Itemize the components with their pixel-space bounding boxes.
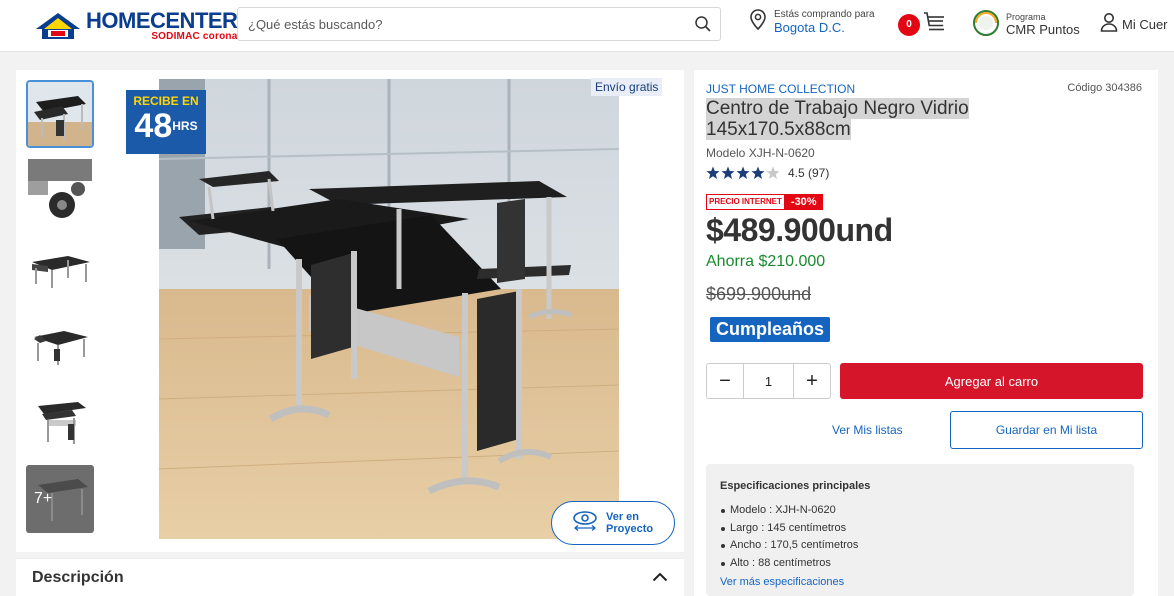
promo-badge: Cumpleaños [710,317,831,342]
product-brand[interactable]: JUST HOME COLLECTION [706,82,855,96]
current-price: $489.900und [706,212,893,248]
main-specs-panel: Especificaciones principales Modelo : XJ… [706,464,1134,596]
thumbnail-4[interactable] [26,311,94,379]
cmr-puntos-link[interactable]: Programa CMR Puntos [972,9,1080,42]
desk-thumbnail-icon [28,82,92,146]
location-city[interactable]: Bogota D.C. [774,20,875,36]
location-pin-icon [750,9,766,36]
spec-item: Modelo : XJH-N-0620 [720,502,1120,520]
qty-value[interactable]: 1 [743,364,794,398]
cart-icon [923,10,947,39]
description-accordion[interactable]: Descripción [16,558,684,596]
account-label: Mi Cuer [1122,17,1168,32]
qty-minus-button[interactable]: − [707,364,743,398]
site-header: HOMECENTER SODIMAC corona Estás comprand… [0,0,1174,52]
product-gallery: 7+ RECIBE EN 48HRS Envío gratis Ver en P… [16,70,684,552]
description-title: Descripción [32,568,124,586]
view-lists-link[interactable]: Ver Mis listas [832,423,903,437]
star-rating-icon [706,166,780,179]
more-specs-link[interactable]: Ver más especificaciones [720,576,1120,588]
search-icon[interactable] [686,8,720,40]
search-input[interactable] [238,16,686,32]
add-to-cart-button[interactable]: Agregar al carro [840,363,1143,399]
spec-item: Largo : 145 centímetros [720,520,1120,538]
savings-text: Ahorra $210.000 [706,253,826,270]
rating-text: 4.5 (97) [788,166,830,180]
cmr-title: CMR Puntos [1006,22,1080,38]
desk-angle-thumbnail-icon [28,236,92,300]
product-code: Código 304386 [1067,82,1142,94]
logo-subtitle: SODIMAC corona [151,31,238,42]
homecenter-logo[interactable]: HOMECENTER SODIMAC corona [34,8,238,43]
cart-count-badge: 0 [898,13,920,36]
user-icon [1100,12,1118,37]
price-internet-label: PRECIO INTERNET [706,194,785,210]
desk-product-image [159,79,619,539]
thumbnail-5[interactable] [26,388,94,456]
main-product-image[interactable] [159,79,619,539]
product-model: Modelo XJH-N-0620 [706,146,815,160]
logo-wordmark: HOMECENTER [86,8,238,33]
thumbnail-more[interactable]: 7+ [26,465,94,533]
delivery-48h-badge: RECIBE EN 48HRS [126,90,206,154]
thumbnail-2[interactable] [26,157,94,225]
discount-badge: -30% [784,194,823,210]
house-logo-icon [36,13,80,39]
specs-heading: Especificaciones principales [720,480,871,492]
more-images-count: 7+ [34,490,53,507]
account-link[interactable]: Mi Cuer [1100,12,1168,37]
desk-side-thumbnail-icon [28,313,92,377]
chevron-up-icon [652,569,668,587]
quantity-stepper: − 1 + [706,363,831,399]
location-label: Estás comprando para [774,9,875,20]
save-to-list-button[interactable]: Guardar en Mi lista [950,411,1143,449]
wheel-thumbnail-icon [28,159,92,223]
product-info-panel: JUST HOME COLLECTION Código 304386 Centr… [694,70,1158,596]
search-bar [237,7,721,41]
cart-button[interactable]: 0 [898,10,947,39]
spec-item: Ancho : 170,5 centímetros [720,537,1120,555]
ver-en-proyecto-button[interactable]: Ver en Proyecto [551,501,675,545]
product-title: Centro de Trabajo Negro Vidrio 145x170.5… [706,98,969,140]
3d-view-icon [572,510,598,537]
spec-item: Alto : 88 centímetros [720,555,1120,573]
thumbnail-1[interactable] [26,80,94,148]
old-price: $699.900und [706,284,812,304]
qty-plus-button[interactable]: + [794,364,830,398]
price-tags: PRECIO INTERNET -30% [706,194,823,210]
ver-en-label: Ver en [606,510,640,523]
desk-front-thumbnail-icon [28,390,92,454]
cmr-puntos-icon [972,9,1000,42]
free-shipping-badge: Envío gratis [591,78,663,96]
rating-stars[interactable]: 4.5 (97) [706,166,829,180]
specs-list: Modelo : XJH-N-0620 Largo : 145 centímet… [720,502,1120,572]
location-selector[interactable]: Estás comprando para Bogota D.C. [750,9,875,36]
proyecto-label: Proyecto [606,523,654,535]
thumbnail-list: 7+ [26,80,96,542]
thumbnail-3[interactable] [26,234,94,302]
